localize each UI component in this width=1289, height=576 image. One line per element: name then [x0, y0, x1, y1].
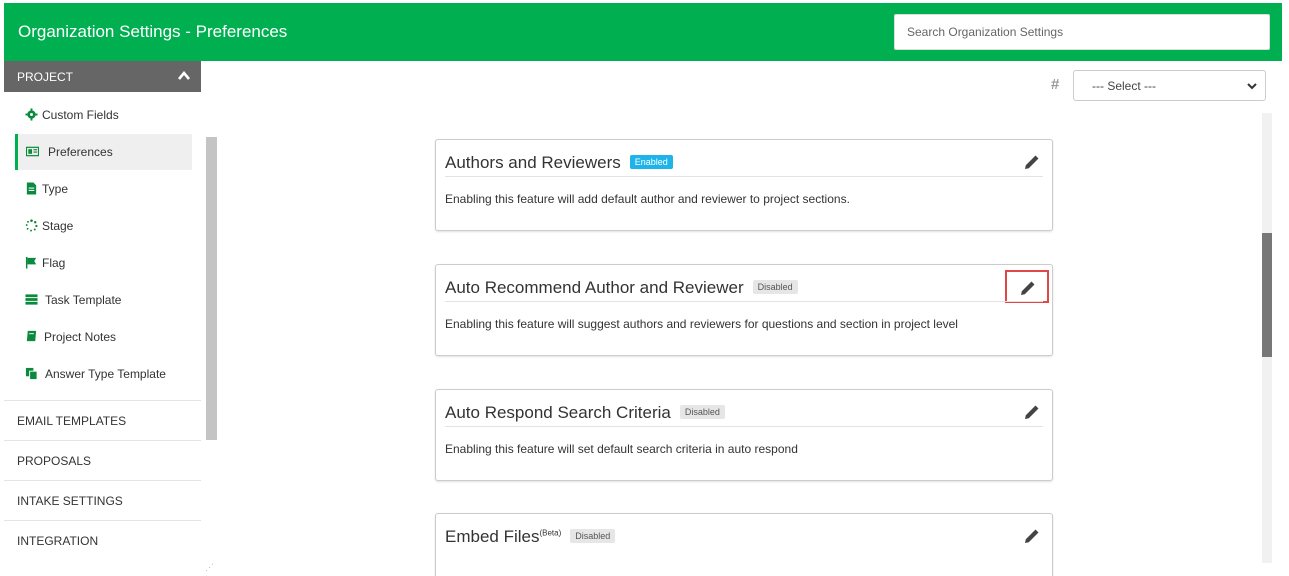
card-description: Enabling this feature will set default s… [445, 442, 798, 456]
page-title: Organization Settings - Preferences [18, 22, 288, 41]
divider [445, 176, 1043, 177]
card-description: Enabling this feature will add default a… [445, 192, 850, 206]
copy-icon [25, 367, 38, 380]
id-card-icon [26, 146, 39, 157]
sidebar: PROJECT Custom Fields Preferences Type S… [4, 61, 201, 576]
sidebar-section-label: INTAKE SETTINGS [17, 494, 123, 508]
search-box[interactable] [894, 14, 1270, 50]
card-title: Auto Recommend Author and Reviewer Disabl… [445, 278, 798, 298]
filter-select-value: --- Select --- [1092, 79, 1156, 93]
sidebar-item-label: Answer Type Template [45, 367, 166, 381]
sidebar-scrollbar[interactable] [206, 137, 217, 440]
preference-card: Auto Recommend Author and Reviewer Disabl… [435, 264, 1053, 356]
sidebar-item-stage[interactable]: Stage [15, 208, 192, 244]
sidebar-item-answer-type-template[interactable]: Answer Type Template [15, 356, 192, 392]
sidebar-item-project-notes[interactable]: Project Notes [15, 319, 192, 355]
pencil-icon [1025, 529, 1039, 543]
flag-icon [25, 256, 37, 269]
card-title: Embed Files(Beta) Disabled [445, 527, 616, 547]
sidebar-item-label: Flag [42, 256, 66, 270]
sidebar-section-intake-settings[interactable]: INTAKE SETTINGS [4, 480, 201, 521]
sidebar-item-label: Project Notes [44, 330, 117, 344]
sidebar-section-email-templates[interactable]: EMAIL TEMPLATES [4, 400, 201, 441]
card-description: Enabling this feature will suggest autho… [445, 317, 958, 331]
chevron-up-icon[interactable] [177, 69, 191, 83]
book-icon [26, 330, 37, 342]
pencil-icon [1025, 155, 1039, 169]
sidebar-item-preferences[interactable]: Preferences [15, 134, 192, 170]
resize-handle[interactable]: ⋰ [205, 562, 215, 572]
chevron-down-icon [1247, 83, 1257, 90]
sidebar-section-proposals[interactable]: PROPOSALS [4, 440, 201, 481]
edit-button[interactable] [1023, 153, 1041, 171]
divider [445, 301, 1043, 302]
status-badge: Enabled [629, 155, 673, 169]
edit-button[interactable] [1005, 270, 1049, 303]
preference-card: Authors and Reviewers Enabled Enabling th… [435, 139, 1053, 231]
edit-button[interactable] [1023, 403, 1041, 421]
sidebar-item-type[interactable]: Type [15, 171, 192, 207]
edit-button[interactable] [1023, 527, 1041, 545]
sidebar-item-label: Stage [42, 219, 74, 233]
hash-icon: # [1051, 76, 1060, 93]
card-title: Auto Respond Search Criteria Disabled [445, 403, 725, 423]
sidebar-item-label: Task Template [45, 293, 122, 307]
pencil-icon [1025, 405, 1039, 419]
sidebar-item-custom-fields[interactable]: Custom Fields [15, 97, 192, 133]
preference-card: Auto Respond Search Criteria Disabled Ena… [435, 389, 1053, 481]
divider [445, 426, 1043, 427]
file-icon [26, 182, 37, 195]
search-input[interactable] [895, 15, 1269, 49]
sidebar-section-project[interactable]: PROJECT [4, 61, 201, 92]
sidebar-section-label: PROJECT [17, 70, 74, 84]
filter-select[interactable]: --- Select --- [1073, 70, 1266, 101]
sidebar-item-label: Type [42, 182, 69, 196]
sidebar-section-integration[interactable]: INTEGRATION [4, 520, 201, 561]
tasks-icon [25, 294, 38, 305]
beta-superscript: (Beta) [539, 528, 562, 538]
top-header: Organization Settings - Preferences [4, 3, 1282, 61]
sidebar-item-task-template[interactable]: Task Template [15, 282, 192, 318]
sidebar-section-label: INTEGRATION [17, 534, 99, 548]
sidebar-item-flag[interactable]: Flag [15, 245, 192, 281]
pencil-icon [1021, 281, 1035, 295]
card-title: Authors and Reviewers Enabled [445, 153, 673, 173]
preference-card: Embed Files(Beta) Disabled [435, 513, 1053, 576]
sidebar-section-label: EMAIL TEMPLATES [17, 414, 127, 428]
sidebar-item-label: Preferences [48, 145, 113, 159]
main-scrollbar[interactable] [1262, 233, 1272, 357]
spinner-icon [25, 219, 38, 232]
sidebar-item-label: Custom Fields [42, 108, 119, 122]
status-badge: Disabled [752, 280, 798, 294]
gear-icon [25, 108, 38, 121]
sidebar-section-label: PROPOSALS [17, 454, 92, 468]
status-badge: Disabled [679, 405, 725, 419]
status-badge: Disabled [570, 529, 616, 543]
